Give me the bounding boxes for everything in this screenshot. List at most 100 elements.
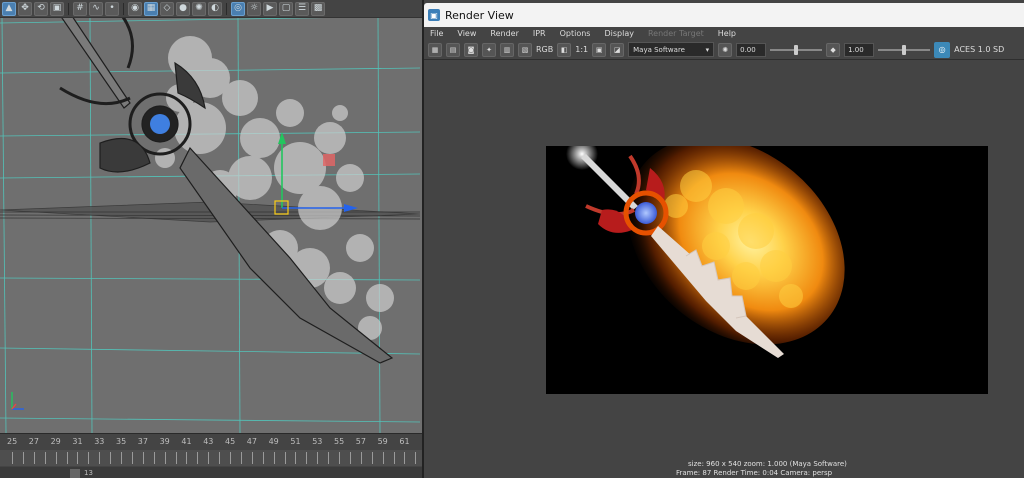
timeline-tick [404, 452, 406, 464]
timeline-tick-label: 27 [28, 437, 39, 446]
isolate-icon[interactable]: ◎ [231, 1, 245, 16]
camera-attr-icon[interactable]: ▶ [263, 1, 277, 16]
range-start-handle[interactable] [70, 468, 80, 478]
range-slider[interactable]: 13 [0, 467, 422, 478]
render-canvas[interactable] [424, 61, 1024, 459]
rotate-icon[interactable]: ⟲ [34, 1, 48, 16]
menu-ipr[interactable]: IPR [533, 29, 546, 38]
render-size-info: size: 960 x 540 zoom: 1.000 (Maya Softwa… [688, 460, 847, 468]
timeline-tick-label: 49 [268, 437, 279, 446]
viewport-toolbar: ▲ ✥ ⟲ ▣ # ∿ • ◉ ▦ ◇ ● ✺ ◐ ◎ ☼ ▶ ▢ ☰ ▩ [0, 0, 422, 18]
3d-viewport[interactable]: ▲ ✥ ⟲ ▣ # ∿ • ◉ ▦ ◇ ● ✺ ◐ ◎ ☼ ▶ ▢ ☰ ▩ 25… [0, 0, 422, 478]
render-sequence-icon[interactable]: ▧ [518, 42, 532, 57]
keep-image-icon[interactable]: ▣ [592, 42, 607, 57]
timeline-tick [306, 452, 308, 464]
camera-icon[interactable]: ◉ [128, 1, 142, 16]
timeline-tick [360, 452, 362, 464]
timeline-tick [22, 452, 24, 464]
wireframe-icon[interactable]: ◇ [160, 1, 174, 16]
timeline-tick [415, 452, 417, 464]
timeline-tick [273, 452, 275, 464]
xray-icon[interactable]: ☼ [247, 1, 261, 16]
exposure-slider-thumb[interactable] [794, 44, 799, 55]
exposure-slider[interactable] [770, 43, 823, 57]
light-icon[interactable]: ✺ [192, 1, 206, 16]
select-icon[interactable]: ▲ [2, 1, 16, 16]
window-title: Render View [445, 8, 514, 22]
exposure-field[interactable]: 0.00 [736, 42, 767, 57]
ipr-render-icon[interactable]: ✦ [482, 42, 496, 57]
resolution-gate-icon[interactable]: ▢ [279, 1, 293, 16]
render-view-toolbar: ▦ ▤ ◙ ✦ ▥ ▧ RGB ◧ 1:1 ▣ ◪ Maya Software … [424, 40, 1024, 60]
move-icon[interactable]: ✥ [18, 1, 32, 16]
maya-window: ▲ ✥ ⟲ ▣ # ∿ • ◉ ▦ ◇ ● ✺ ◐ ◎ ☼ ▶ ▢ ☰ ▩ 25… [0, 0, 1024, 478]
timeline-tick [240, 452, 242, 464]
exposure-reset-icon[interactable]: ✺ [718, 42, 733, 57]
gamma-reset-icon[interactable]: ◆ [826, 42, 841, 57]
snap-curve-icon[interactable]: ∿ [89, 1, 103, 16]
time-slider[interactable]: 25 27 29 31 33 35 37 39 41 43 45 47 49 51 53 55 57 59 61 1… [0, 433, 422, 478]
timeline-tick [88, 452, 90, 464]
texture-icon[interactable]: ▩ [311, 1, 325, 16]
render-region-icon[interactable]: ▤ [446, 42, 460, 57]
menu-view[interactable]: View [457, 29, 476, 38]
scale-icon[interactable]: ▣ [50, 1, 64, 16]
alpha-channel-icon[interactable]: ◧ [557, 42, 572, 57]
timeline-tick [251, 452, 253, 464]
timeline-tick [99, 452, 101, 464]
render-view-window: ▣ Render View File View Render IPR Optio… [424, 0, 1024, 478]
real-size-button[interactable]: 1:1 [575, 45, 588, 54]
menu-options[interactable]: Options [560, 29, 591, 38]
rendered-image [546, 146, 988, 394]
gamma-field[interactable]: 1.00 [844, 42, 875, 57]
refresh-ipr-icon[interactable]: ▥ [500, 42, 514, 57]
gamma-slider-thumb[interactable] [902, 44, 907, 55]
timeline-tick-label: 47 [246, 437, 257, 446]
timeline-tick [295, 452, 297, 464]
view-transform-label[interactable]: ACES 1.0 SD [954, 45, 1004, 54]
timeline-tick [153, 452, 155, 464]
renderer-dropdown[interactable]: Maya Software ▾ [628, 42, 715, 57]
timeline-tick-label: 35 [116, 437, 127, 446]
timeline-tick [197, 452, 199, 464]
timeline-tick [77, 452, 79, 464]
timeline-tick-label: 39 [159, 437, 170, 446]
timeline-tick [186, 452, 188, 464]
snapshot-icon[interactable]: ◙ [464, 42, 478, 57]
hud-icon[interactable]: ☰ [295, 1, 309, 16]
menu-display[interactable]: Display [604, 29, 634, 38]
remove-image-icon[interactable]: ◪ [610, 42, 625, 57]
snap-point-icon[interactable]: • [105, 1, 119, 16]
rgb-channel-button[interactable]: RGB [536, 45, 553, 54]
redo-render-icon[interactable]: ▦ [428, 42, 442, 57]
menu-file[interactable]: File [430, 29, 443, 38]
render-view-titlebar[interactable]: ▣ Render View [424, 3, 1024, 27]
menu-render-target: Render Target [647, 29, 704, 38]
timeline-tick [382, 452, 384, 464]
timeline-tick-label: 25 [7, 437, 18, 446]
timeline-tick [44, 452, 46, 464]
viewport-scene[interactable] [0, 18, 422, 433]
shadow-icon[interactable]: ◐ [208, 1, 222, 16]
timeline-tick [55, 452, 57, 464]
timeline-tick-label: 29 [50, 437, 61, 446]
timeline-tick [371, 452, 373, 464]
timeline-track[interactable] [0, 450, 422, 466]
timeline-tick [33, 452, 35, 464]
grid-icon[interactable]: ▦ [144, 1, 158, 16]
timeline-tick-label: 45 [225, 437, 236, 446]
timeline-tick [142, 452, 144, 464]
timeline-tick [262, 452, 264, 464]
smooth-shade-icon[interactable]: ● [176, 1, 190, 16]
snap-grid-icon[interactable]: # [73, 1, 87, 16]
timeline-tick-label: 31 [72, 437, 83, 446]
timeline-tick-label: 59 [377, 437, 388, 446]
timeline-tick-label: 55 [334, 437, 345, 446]
color-management-icon[interactable]: ◎ [934, 41, 951, 58]
menu-render[interactable]: Render [490, 29, 518, 38]
gamma-slider[interactable] [878, 43, 931, 57]
timeline-tick-label: 41 [181, 437, 192, 446]
timeline-tick [339, 452, 340, 464]
timeline-tick [12, 452, 13, 464]
menu-help[interactable]: Help [718, 29, 736, 38]
